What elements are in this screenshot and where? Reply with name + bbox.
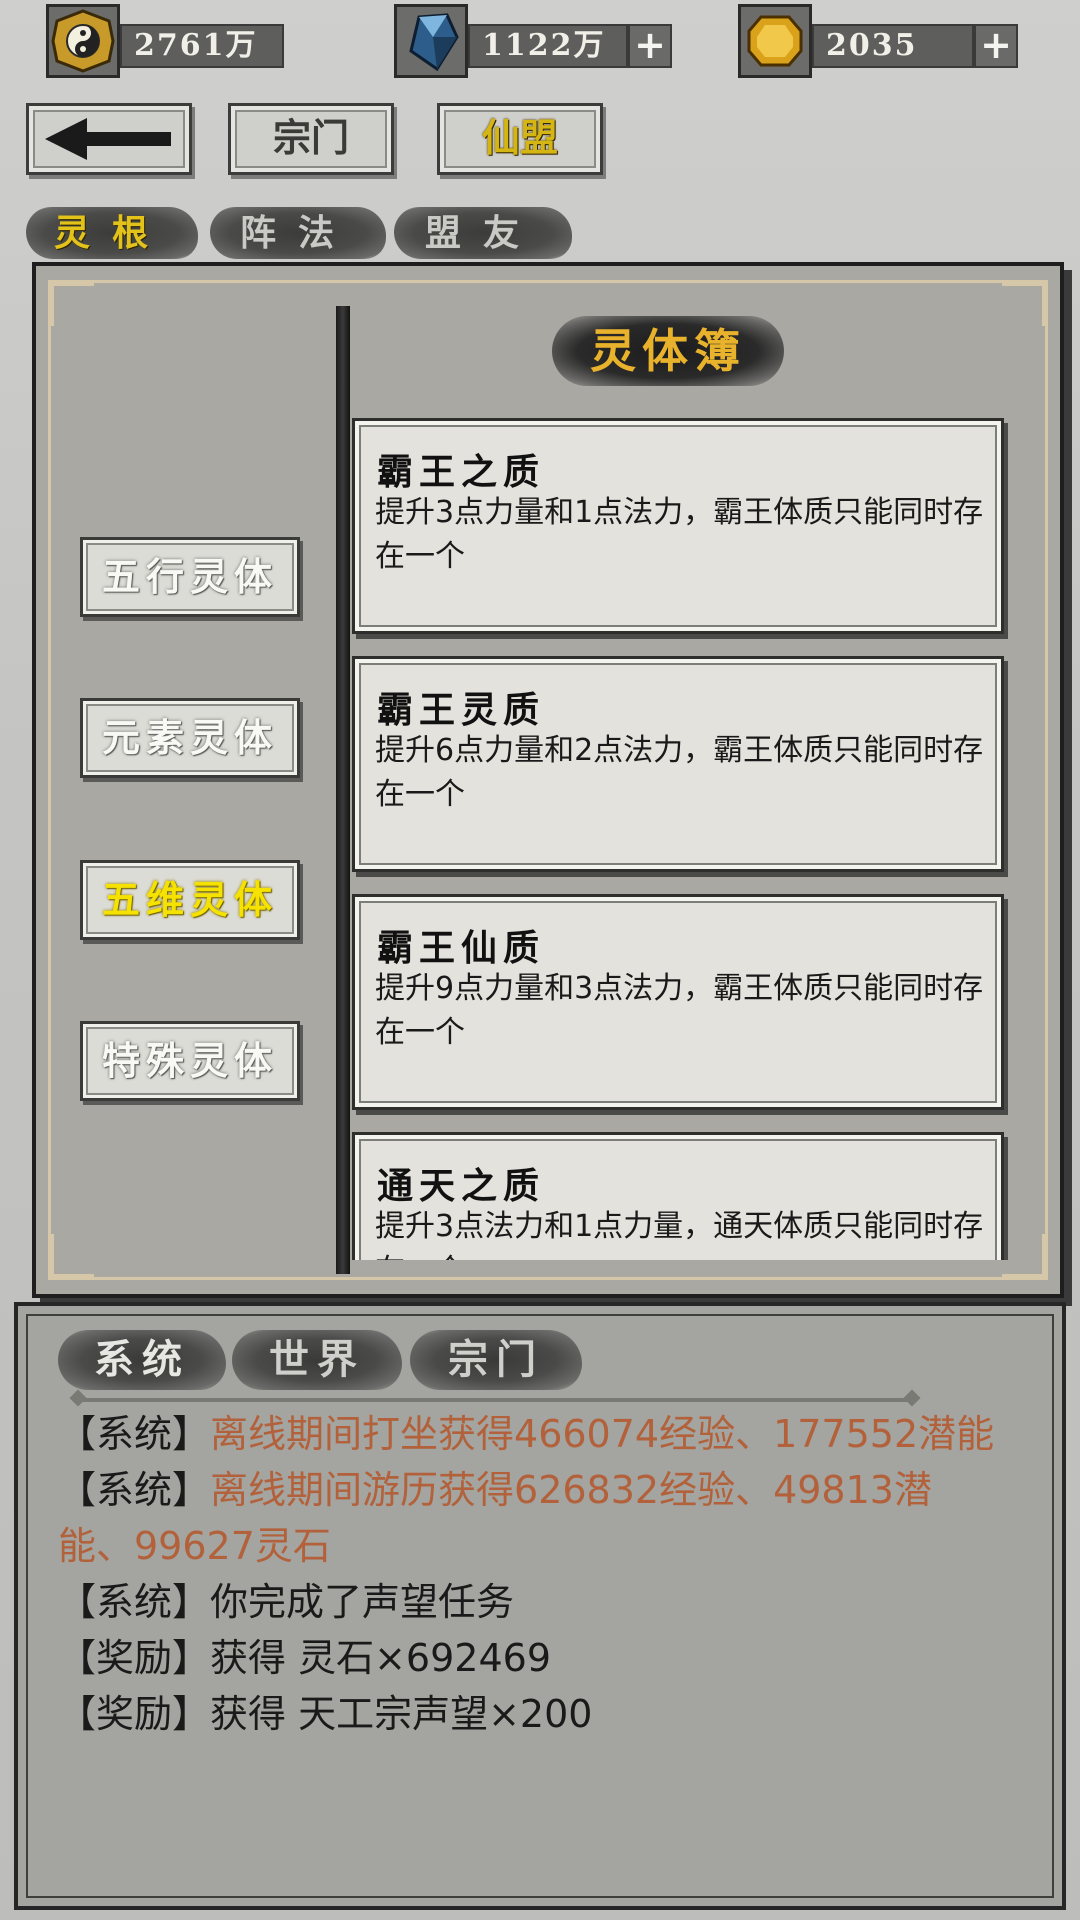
card-description: 提升6点力量和2点法力，霸王体质只能同时存在一个 [375, 733, 984, 812]
chat-tab-world[interactable]: 世界 [232, 1330, 402, 1390]
card-description: 提升9点力量和3点法力，霸王体质只能同时存在一个 [375, 971, 984, 1050]
chat-message: 【系统】你完成了声望任务 [58, 1574, 998, 1630]
tab-spirit-root[interactable]: 灵根 [26, 207, 198, 259]
resource-coin: 2761万 [46, 4, 286, 80]
spirit-body-list[interactable]: 霸王之质 提升3点力量和1点法力，霸王体质只能同时存在一个 霸王灵质 提升6点力… [350, 412, 1010, 1260]
crystal-amount: 1122万 [468, 24, 628, 68]
spirit-body-card[interactable]: 通天之质 提升3点法力和1点力量，通天体质只能同时存在一个 [352, 1132, 1004, 1260]
tab-formation[interactable]: 阵法 [210, 207, 386, 259]
corner-ornament [1002, 282, 1046, 326]
spirit-body-card[interactable]: 霸王灵质 提升6点力量和2点法力，霸王体质只能同时存在一个 [352, 656, 1004, 872]
blue-crystal-icon [394, 4, 468, 78]
message-tag: 【奖励】 [58, 1692, 211, 1736]
back-button[interactable] [26, 103, 192, 175]
back-arrow-icon [45, 118, 171, 160]
card-name: 霸王仙质 [377, 927, 546, 969]
message-tag: 【系统】 [58, 1412, 211, 1456]
message-text: 你完成了声望任务 [210, 1580, 515, 1624]
chat-message: 【系统】离线期间游历获得626832经验、49813潜能、99627灵石 [58, 1462, 998, 1574]
chat-messages[interactable]: 【系统】离线期间打坐获得466074经验、177552潜能 【系统】离线期间游历… [58, 1406, 998, 1742]
taiji-coin-icon [46, 4, 120, 78]
sect-button[interactable]: 宗门 [228, 103, 394, 175]
message-tag: 【奖励】 [58, 1636, 211, 1680]
message-tag: 【系统】 [58, 1580, 211, 1624]
message-text: 获得 灵石×692469 [210, 1636, 551, 1680]
category-five-elements[interactable]: 五行灵体 [80, 537, 300, 617]
corner-ornament [50, 282, 94, 326]
card-name: 霸王之质 [377, 451, 546, 493]
message-text: 离线期间打坐获得466074经验、177552潜能 [210, 1412, 995, 1456]
chat-tab-sect[interactable]: 宗门 [410, 1330, 582, 1390]
chat-message: 【系统】离线期间打坐获得466074经验、177552潜能 [58, 1406, 998, 1462]
corner-ornament [50, 1234, 94, 1278]
category-element[interactable]: 元素灵体 [80, 698, 300, 778]
spirit-body-card[interactable]: 霸王之质 提升3点力量和1点法力，霸王体质只能同时存在一个 [352, 418, 1004, 634]
tab-allies[interactable]: 盟友 [394, 207, 572, 259]
message-text: 获得 天工宗声望×200 [210, 1692, 593, 1736]
gold-gem-icon [738, 4, 812, 78]
spirit-body-card[interactable]: 霸王仙质 提升9点力量和3点法力，霸王体质只能同时存在一个 [352, 894, 1004, 1110]
add-gem-button[interactable]: + [974, 24, 1018, 68]
card-name: 霸王灵质 [377, 689, 546, 731]
card-description: 提升3点力量和1点法力，霸王体质只能同时存在一个 [375, 495, 984, 574]
category-special[interactable]: 特殊灵体 [80, 1021, 300, 1101]
chat-message: 【奖励】获得 天工宗声望×200 [58, 1686, 998, 1742]
add-crystal-button[interactable]: + [628, 24, 672, 68]
card-name: 通天之质 [377, 1165, 546, 1207]
gem-amount: 2035 [812, 24, 974, 68]
panel-title: 灵体簿 [552, 316, 784, 386]
alliance-button[interactable]: 仙盟 [437, 103, 603, 175]
category-five-dimension[interactable]: 五维灵体 [80, 860, 300, 940]
resource-gem: 2035 + [738, 4, 1020, 80]
chat-separator [80, 1398, 910, 1402]
coin-amount: 2761万 [120, 24, 284, 68]
panel-divider [336, 306, 350, 1274]
message-tag: 【系统】 [58, 1468, 211, 1512]
card-description: 提升3点法力和1点力量，通天体质只能同时存在一个 [375, 1209, 984, 1260]
chat-message: 【奖励】获得 灵石×692469 [58, 1630, 998, 1686]
chat-tab-system[interactable]: 系统 [58, 1330, 226, 1390]
resource-crystal: 1122万 + [394, 4, 674, 80]
